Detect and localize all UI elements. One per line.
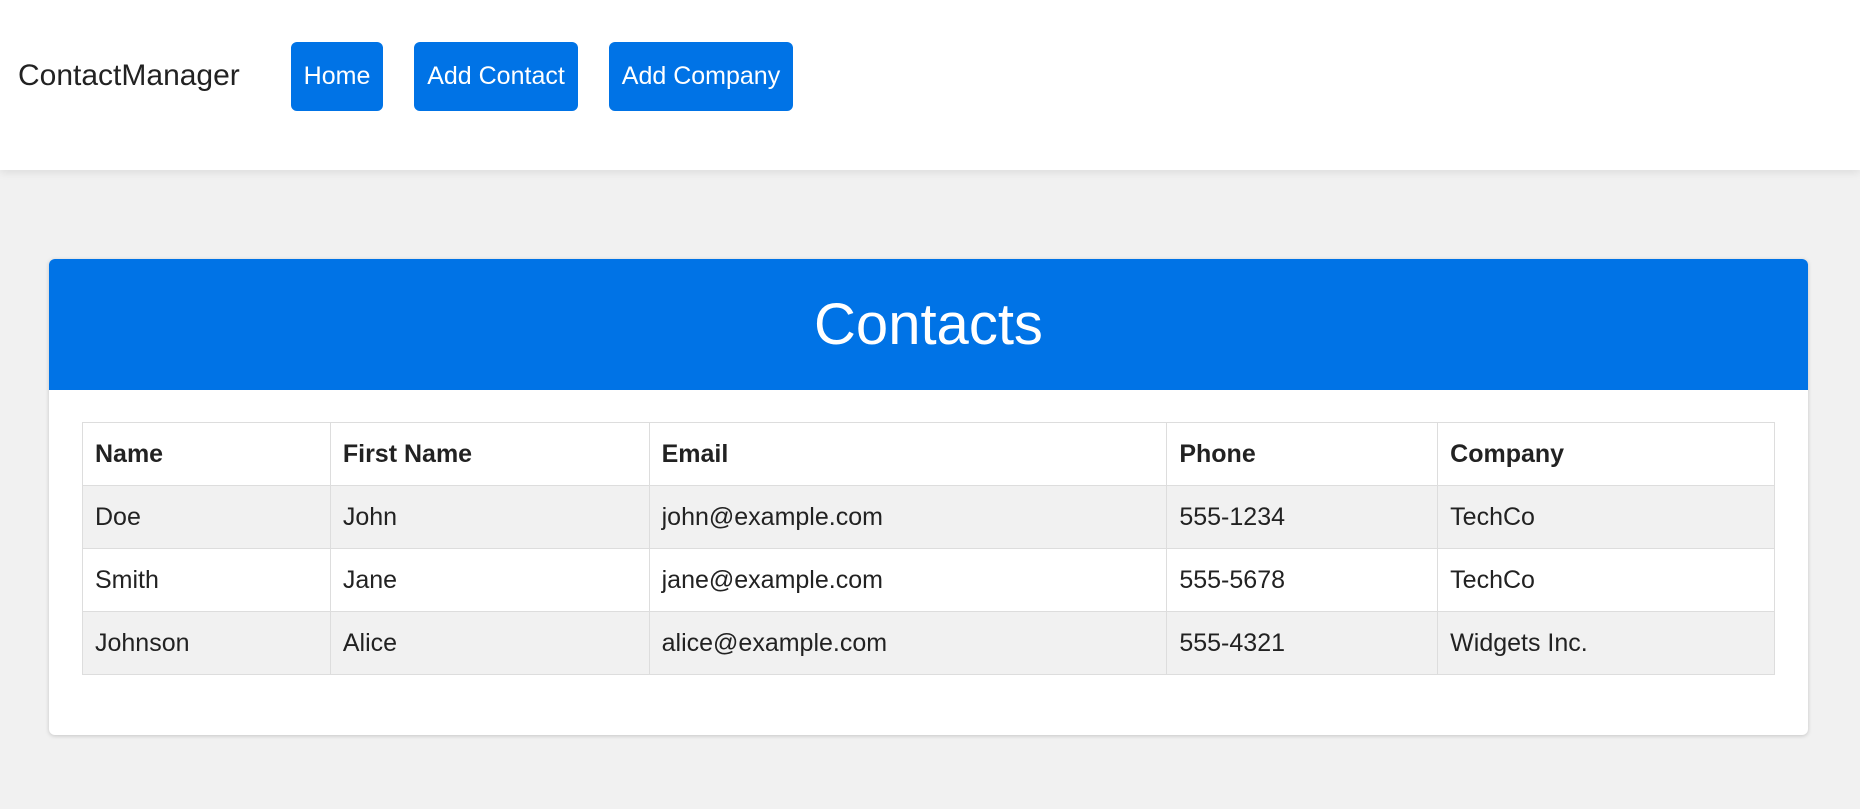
- cell-name: Doe: [82, 485, 331, 549]
- cell-phone: 555-1234: [1166, 485, 1439, 549]
- cell-email: alice@example.com: [648, 611, 1168, 675]
- cell-company: Widgets Inc.: [1437, 611, 1775, 675]
- top-navbar: ContactManager Home Add Contact Add Comp…: [0, 0, 1860, 170]
- table-row: Doe John john@example.com 555-1234 TechC…: [82, 485, 1775, 549]
- cell-email: john@example.com: [648, 485, 1168, 549]
- column-header-name: Name: [82, 422, 331, 486]
- column-header-first-name: First Name: [329, 422, 650, 486]
- brand-logo-text[interactable]: ContactManager: [18, 58, 240, 94]
- column-header-email: Email: [648, 422, 1168, 486]
- cell-company: TechCo: [1437, 548, 1775, 612]
- cell-email: jane@example.com: [648, 548, 1168, 612]
- column-header-company: Company: [1437, 422, 1775, 486]
- contacts-table: Name First Name Email Phone Company Doe …: [82, 422, 1775, 675]
- cell-first-name: John: [329, 485, 650, 549]
- add-contact-button[interactable]: Add Contact: [414, 42, 578, 111]
- cell-first-name: Alice: [329, 611, 650, 675]
- cell-company: TechCo: [1437, 485, 1775, 549]
- table-row: Johnson Alice alice@example.com 555-4321…: [82, 611, 1775, 675]
- table-header-row: Name First Name Email Phone Company: [82, 422, 1775, 486]
- cell-name: Smith: [82, 548, 331, 612]
- column-header-phone: Phone: [1166, 422, 1439, 486]
- add-company-button[interactable]: Add Company: [609, 42, 793, 111]
- home-button[interactable]: Home: [291, 42, 383, 111]
- page-title: Contacts: [49, 259, 1808, 390]
- cell-phone: 555-5678: [1166, 548, 1439, 612]
- cell-phone: 555-4321: [1166, 611, 1439, 675]
- contacts-card: Contacts Name First Name Email Phone Com…: [49, 259, 1808, 735]
- cell-name: Johnson: [82, 611, 331, 675]
- table-row: Smith Jane jane@example.com 555-5678 Tec…: [82, 548, 1775, 612]
- cell-first-name: Jane: [329, 548, 650, 612]
